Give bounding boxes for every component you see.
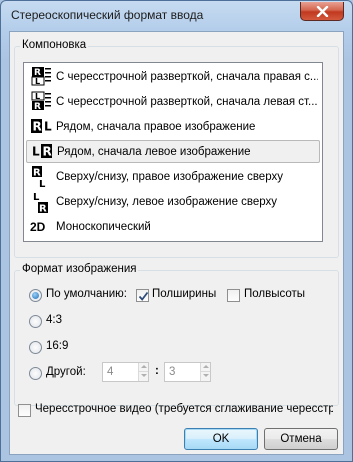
list-item-side-by-side-left[interactable]: L R Рядом, сначала левое изображение [26, 140, 320, 163]
list-item-interlaced-right[interactable]: R L С чересстрочной разверткой, сначала … [26, 65, 320, 88]
icon-letter-r: R [39, 203, 47, 213]
cancel-button[interactable]: Отмена [264, 428, 338, 450]
icon-letter-l: L [39, 179, 46, 188]
mono-2d-icon: 2D [30, 219, 46, 234]
close-button[interactable] [300, 2, 344, 21]
list-item-label: С чересстрочной разверткой, сначала прав… [56, 70, 318, 83]
icon-letter-l: L [44, 119, 52, 133]
increment-arrow-icon[interactable] [200, 363, 210, 372]
decrement-arrow-icon[interactable] [138, 372, 148, 381]
other-height-stepper[interactable]: 3 [164, 362, 211, 382]
half-height-label[interactable]: Полвысоты [244, 288, 305, 300]
interlaced-right-first-icon: R L [30, 66, 56, 88]
other-ratio-radio[interactable] [29, 367, 42, 380]
icon-letter-r: R [33, 167, 41, 178]
half-width-label[interactable]: Полширины [152, 288, 216, 300]
ratio-separator: : [155, 365, 159, 377]
other-width-value: 4 [107, 366, 114, 378]
interlaced-video-label[interactable]: Чересстрочное видео (требуется сглаживан… [35, 403, 333, 415]
list-item-label: Моноскопический [56, 220, 151, 233]
icon-letter-r: R [33, 119, 42, 133]
decrement-arrow-icon[interactable] [200, 372, 210, 381]
interlaced-video-checkbox[interactable] [18, 404, 31, 417]
list-item-label: Рядом, сначала правое изображение [56, 120, 256, 133]
ratio-4-3-radio[interactable] [29, 315, 42, 328]
ratio-4-3-label[interactable]: 4:3 [46, 314, 62, 326]
other-height-value: 3 [169, 366, 176, 378]
other-ratio-label[interactable]: Другой: [46, 366, 86, 378]
image-format-group-label: Формат изображения [20, 263, 139, 275]
ok-button[interactable]: OK [184, 428, 258, 450]
interlaced-left-first-icon: L R [30, 91, 56, 113]
list-item-label: Рядом, сначала левое изображение [57, 145, 251, 158]
side-by-side-right-first-icon: R L [30, 116, 56, 138]
list-item-label: Сверху/снизу, правое изображение сверху [56, 170, 283, 183]
other-width-stepper[interactable]: 4 [102, 362, 149, 382]
icon-letter-l: L [35, 92, 40, 101]
list-item-side-by-side-right[interactable]: R L Рядом, сначала правое изображение [26, 115, 320, 138]
title-bar[interactable]: Стереоскопический формат ввода [1, 1, 352, 31]
increment-arrow-icon[interactable] [138, 363, 148, 372]
half-width-checkbox[interactable] [136, 289, 149, 302]
icon-letter-r: R [34, 102, 41, 111]
list-item-label: С чересстрочной разверткой, сначала лева… [56, 95, 318, 108]
image-format-group: Формат изображения По умолчанию: Полшири… [14, 263, 339, 406]
list-item-label: Сверху/снизу, левое изображение сверху [56, 195, 278, 208]
icon-letter-l: L [35, 77, 40, 86]
icon-letter-l: L [32, 144, 40, 158]
half-height-checkbox[interactable] [227, 289, 240, 302]
top-bottom-left-first-icon: L R [30, 191, 56, 214]
default-format-label[interactable]: По умолчанию: [46, 288, 127, 300]
window-title: Стереоскопический формат ввода [11, 8, 204, 22]
dialog-window: Стереоскопический формат ввода Компоновк… [0, 0, 353, 462]
side-by-side-left-first-icon: L R [31, 141, 57, 163]
default-format-radio[interactable] [29, 289, 42, 302]
layout-group: Компоновка R L С чересстрочной развертко… [14, 39, 339, 258]
ratio-16-9-label[interactable]: 16:9 [46, 340, 68, 352]
layout-group-label: Компоновка [20, 39, 89, 51]
list-item-mono[interactable]: 2D Моноскопический [26, 215, 320, 238]
icon-letter-r: R [43, 144, 52, 158]
checkmark-icon [138, 291, 149, 301]
list-item-top-bottom-right[interactable]: R L Сверху/снизу, правое изображение све… [26, 165, 320, 190]
close-icon [316, 6, 329, 17]
list-item-top-bottom-left[interactable]: L R Сверху/снизу, левое изображение свер… [26, 190, 320, 215]
ratio-16-9-radio[interactable] [29, 341, 42, 354]
dialog-body: Компоновка R L С чересстрочной развертко… [9, 31, 344, 455]
layout-list[interactable]: R L С чересстрочной разверткой, сначала … [23, 62, 323, 242]
icon-letter-l: L [33, 192, 40, 203]
list-item-interlaced-left[interactable]: L R С чересстрочной разверткой, сначала … [26, 90, 320, 113]
top-bottom-right-first-icon: R L [30, 165, 56, 190]
